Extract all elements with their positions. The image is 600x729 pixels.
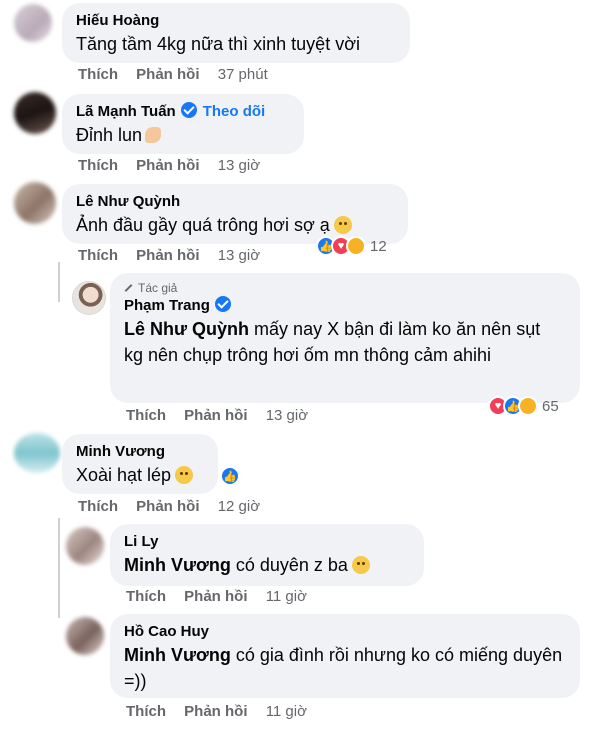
like-button[interactable]: Thích	[126, 407, 166, 424]
avatar[interactable]	[14, 182, 56, 224]
author-badge-label: Tác giả	[138, 281, 178, 295]
avatar[interactable]	[14, 433, 60, 473]
follow-button[interactable]: Theo dõi	[203, 103, 266, 120]
muscle-emoji-icon	[145, 127, 162, 143]
like-button[interactable]: Thích	[126, 703, 166, 720]
comment-author-line: Lã Mạnh Tuấn Theo dõi	[76, 102, 290, 122]
comment-text: Tăng tầm 4kg nữa thì xinh tuyệt vời	[76, 34, 360, 54]
like-button[interactable]: Thích	[78, 66, 118, 83]
mention-link[interactable]: Minh Vương	[124, 555, 231, 575]
comment-bubble: Li Ly Minh Vương có duyên z ba	[110, 524, 424, 586]
like-button[interactable]: Thích	[78, 498, 118, 515]
comment-text: Đỉnh lun	[76, 122, 290, 148]
care-reaction-icon	[518, 396, 538, 416]
reply-button[interactable]: Phản hồi	[184, 588, 247, 605]
comment-author-name[interactable]: Li Ly	[124, 532, 410, 552]
comment-actions: Thích Phản hồi 37 phút	[78, 66, 282, 83]
reply-button[interactable]: Phản hồi	[184, 703, 247, 720]
reply-button[interactable]: Phản hồi	[136, 66, 199, 83]
reply-button[interactable]: Phản hồi	[184, 407, 247, 424]
reaction-summary[interactable]: ♥ 👍 65	[488, 396, 559, 416]
comment-timestamp[interactable]: 13 giờ	[218, 157, 260, 174]
author-badge: Tác giả	[124, 280, 566, 296]
comment-bubble: Tác giả Phạm Trang Lê Như Quỳnh mấy nay …	[110, 273, 580, 403]
comment-text: Minh Vương có gia đình rồi nhưng ko có m…	[124, 642, 564, 694]
verified-badge-icon	[180, 102, 197, 118]
comment-bubble: Hồ Cao Huy Minh Vương có gia đình rồi nh…	[110, 614, 580, 698]
avatar[interactable]	[72, 281, 106, 315]
avatar[interactable]	[14, 92, 56, 134]
comment-timestamp[interactable]: 11 giờ	[266, 588, 307, 605]
comment-timestamp[interactable]: 13 giờ	[266, 407, 308, 424]
comment-timestamp[interactable]: 12 giờ	[218, 498, 260, 515]
reaction-count: 12	[370, 237, 387, 255]
comment-bubble: Lê Như Quỳnh Ảnh đầu gầy quá trông hơi s…	[62, 184, 408, 244]
like-button[interactable]: Thích	[126, 588, 166, 605]
sad-emoji-icon	[333, 216, 352, 234]
comment-text: Lê Như Quỳnh mấy nay X bận đi làm ko ăn …	[124, 316, 564, 368]
comment-author-name[interactable]: Lê Như Quỳnh	[76, 192, 394, 212]
smile-emoji-icon	[351, 556, 370, 574]
thread-connector	[58, 518, 60, 618]
avatar[interactable]	[66, 617, 104, 655]
comment-bubble: Hiếu Hoàng Tăng tầm 4kg nữa thì xinh tuy…	[62, 3, 410, 63]
comment-actions: Thích Phản hồi 11 giờ	[126, 588, 321, 605]
laughing-emoji-icon	[175, 466, 194, 484]
comment-author-name[interactable]: Lã Mạnh Tuấn	[76, 103, 176, 120]
comment-timestamp[interactable]: 13 giờ	[218, 247, 260, 264]
comment-author-name[interactable]: Hồ Cao Huy	[124, 622, 566, 642]
comment-text: Minh Vương có duyên z ba	[124, 552, 410, 578]
avatar[interactable]	[14, 4, 52, 42]
comment-actions: Thích Phản hồi 13 giờ	[78, 247, 274, 264]
like-reaction-icon: 👍	[220, 466, 240, 486]
comment-text-content: Đỉnh lun	[76, 125, 143, 145]
mention-link[interactable]: Minh Vương	[124, 645, 231, 665]
like-button[interactable]: Thích	[78, 157, 118, 174]
comment-actions: Thích Phản hồi 13 giờ	[78, 157, 274, 174]
comment-author-name[interactable]: Phạm Trang	[124, 297, 210, 314]
comment-text: Xoài hạt lép	[76, 462, 204, 488]
haha-reaction-icon	[346, 236, 366, 256]
reaction-summary[interactable]: 👍	[220, 466, 240, 486]
reaction-count: 65	[542, 397, 559, 415]
reply-button[interactable]: Phản hồi	[136, 247, 199, 264]
author-badge-icon	[124, 283, 134, 293]
comment-timestamp[interactable]: 11 giờ	[266, 703, 307, 720]
reply-button[interactable]: Phản hồi	[136, 498, 199, 515]
verified-badge-icon	[214, 296, 231, 312]
comment-author-name[interactable]: Hiếu Hoàng	[76, 11, 396, 31]
mention-link[interactable]: Lê Như Quỳnh	[124, 319, 249, 339]
comment-text-content: Ảnh đầu gầy quá trông hơi sợ ạ	[76, 215, 330, 235]
comment-actions: Thích Phản hồi 12 giờ	[78, 498, 274, 515]
thread-connector	[58, 262, 60, 302]
comment-text-content: có duyên z ba	[230, 555, 348, 575]
comment-author-line: Phạm Trang	[124, 296, 566, 316]
comment-bubble: Minh Vương Xoài hạt lép	[62, 434, 218, 494]
comment-actions: Thích Phản hồi 11 giờ	[126, 703, 321, 720]
comment-bubble: Lã Mạnh Tuấn Theo dõi Đỉnh lun	[62, 94, 304, 154]
like-button[interactable]: Thích	[78, 247, 118, 264]
comment-timestamp[interactable]: 37 phút	[218, 66, 268, 83]
avatar[interactable]	[66, 527, 104, 565]
comment-actions: Thích Phản hồi 13 giờ	[126, 407, 322, 424]
comment-text-content: Xoài hạt lép	[76, 465, 172, 485]
reaction-summary[interactable]: 👍 ♥ 12	[316, 236, 387, 256]
comment-author-name[interactable]: Minh Vương	[76, 442, 204, 462]
reply-button[interactable]: Phản hồi	[136, 157, 199, 174]
comment-text: Ảnh đầu gầy quá trông hơi sợ ạ	[76, 212, 394, 238]
